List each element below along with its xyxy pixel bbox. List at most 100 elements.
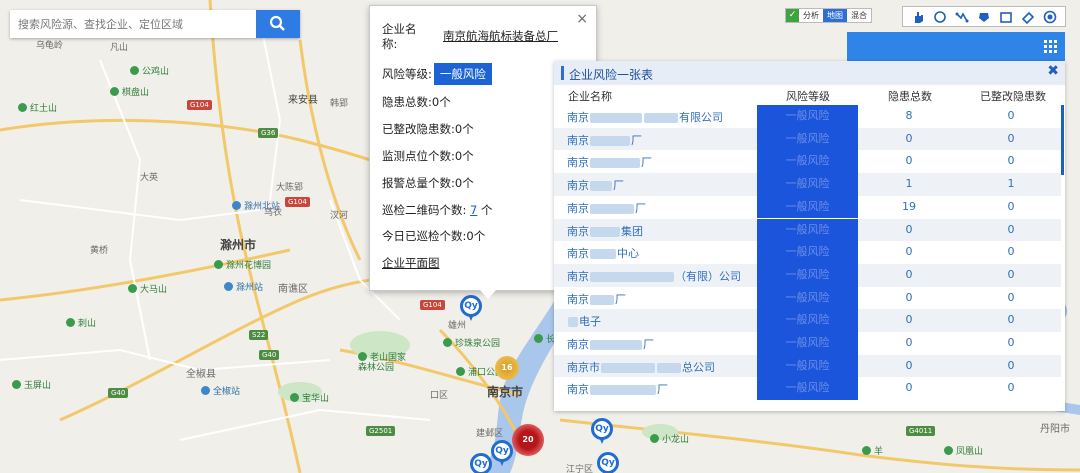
table-row[interactable]: 南京 厂 一般风险 0 0 [554, 286, 1061, 310]
enterprise-name-cell[interactable]: 南京 厂 [567, 336, 654, 352]
map-layer-button[interactable]: 地图 [823, 9, 847, 22]
highway-shield: G104 [285, 197, 310, 207]
table-row[interactable]: 南京 有限公司 一般风险 8 0 [554, 105, 1061, 128]
place-label: 韩郢 [330, 99, 349, 109]
table-row[interactable]: 南京 厂 一般风险 19 0 [554, 195, 1061, 219]
place-label: 大陈郢 [276, 183, 304, 193]
risk-level-cell: 一般风险 [757, 309, 858, 332]
place-label: 黄桥 [90, 246, 109, 256]
table-row[interactable]: 南京 厂 一般风险 0 0 [554, 332, 1061, 355]
polyline-icon[interactable] [955, 10, 969, 24]
place-label: 刺山 [66, 316, 96, 329]
panel-title: 企业风险一张表 [569, 68, 654, 82]
hand-icon[interactable] [911, 10, 925, 24]
place-label: 南京市 [487, 385, 524, 399]
today-label: 今日已巡检个数: [382, 229, 467, 243]
enterprise-name-prefix: 南京 [567, 201, 589, 215]
redacted-text [590, 158, 640, 169]
rectified-count-cell: 0 [1007, 154, 1015, 168]
table-header: 企业名称 风险等级 隐患总数 已整改隐患数 [554, 85, 1065, 105]
hybrid-layer-button[interactable]: 混合 [847, 9, 871, 22]
locate-icon[interactable] [1043, 10, 1057, 24]
analysis-checkbox[interactable]: ✓ [786, 9, 799, 22]
enterprise-name-cell[interactable]: 南京 有限公司 [567, 109, 723, 125]
highway-shield: G2501 [366, 426, 396, 436]
place-label: 棋盘山 [110, 85, 149, 98]
search-button[interactable] [256, 10, 300, 38]
hazard-count-cell: 0 [905, 313, 913, 327]
enterprise-name-cell[interactable]: 南京 厂 [567, 154, 652, 170]
hazard-count-cell: 0 [905, 267, 913, 281]
enterprise-name-cell[interactable]: 电子 [567, 313, 601, 329]
place-label: 羊 [862, 444, 883, 457]
enterprise-pin[interactable]: Qy [597, 452, 619, 473]
enterprise-name-suffix: 厂 [615, 292, 626, 306]
redacted-text [590, 385, 656, 396]
enterprise-name-cell[interactable]: 南京 中心 [567, 245, 639, 261]
redacted-text [590, 249, 616, 260]
table-row[interactable]: 南京 （有限）公司 一般风险 0 0 [554, 263, 1061, 287]
circle-icon[interactable] [933, 10, 947, 24]
enterprise-pin[interactable]: Qy [491, 440, 513, 466]
enterprise-pin[interactable]: Qy [591, 418, 613, 444]
rectified-count-cell: 0 [1007, 267, 1015, 281]
polygon-icon[interactable] [977, 10, 991, 24]
panel-close-button[interactable]: ✖ [1047, 63, 1059, 79]
enterprise-name-cell[interactable]: 南京 （有限）公司 [567, 268, 741, 284]
place-label: 全椒站 [201, 384, 240, 397]
place-label: 丹阳市 [1040, 424, 1070, 435]
place-label: 乌衣 [264, 208, 283, 218]
place-label: 全椒县 [186, 369, 216, 380]
floorplan-link[interactable]: 企业平面图 [382, 255, 440, 271]
enterprise-name-prefix: 南京 [567, 247, 589, 261]
risk-level-cell: 一般风险 [757, 195, 858, 219]
eraser-icon[interactable] [1021, 10, 1035, 24]
risk-level-cell: 一般风险 [757, 377, 858, 401]
table-row[interactable]: 南京市 总公司 一般风险 0 0 [554, 354, 1061, 378]
rectified-row: 已整改隐患数:0个 [382, 121, 474, 137]
enterprise-name-cell[interactable]: 南京 厂 [567, 200, 646, 216]
table-row[interactable]: 南京 厂 一般风险 0 0 [554, 127, 1061, 151]
cluster-marker[interactable]: 16 [495, 356, 519, 380]
enterprise-name-link[interactable]: 南京航海航标装备总厂 [443, 28, 558, 44]
table-row[interactable]: 南京 厂 一般风险 0 0 [554, 150, 1061, 174]
enterprise-pin[interactable]: Qy [470, 453, 492, 473]
place-label: 凤凰山 [944, 444, 983, 457]
grid-menu-icon[interactable] [1044, 40, 1057, 53]
table-row[interactable]: 南京 厂 一般风险 0 0 [554, 377, 1061, 401]
rectified-count-cell: 0 [1007, 381, 1015, 395]
enterprise-name-prefix: 南京 [567, 111, 589, 124]
rectified-label: 已整改隐患数: [382, 122, 455, 136]
enterprise-name-cell[interactable]: 南京市 总公司 [567, 359, 715, 375]
risk-level-tag: 一般风险 [433, 63, 492, 85]
rectangle-icon[interactable] [999, 10, 1013, 24]
search-input[interactable] [10, 10, 256, 38]
hazard-count-cell: 1 [905, 177, 913, 191]
redacted-text [590, 181, 612, 192]
rectified-value: 0个 [454, 122, 474, 136]
table-row[interactable]: 南京 集团 一般风险 0 0 [554, 218, 1061, 242]
search-box [10, 10, 300, 38]
table-row[interactable]: 南京 厂 一般风险 1 1 [554, 173, 1061, 196]
place-label: 来安县 [288, 95, 318, 106]
enterprise-name-cell[interactable]: 南京 厂 [567, 291, 626, 307]
cluster-marker[interactable]: 20 [512, 424, 544, 456]
redacted-text [590, 340, 642, 350]
enterprise-name-cell[interactable]: 南京 厂 [567, 381, 668, 397]
popup-close-button[interactable]: × [576, 11, 588, 27]
enterprise-name-suffix: 厂 [657, 383, 668, 397]
risk-level-cell: 一般风险 [757, 332, 858, 355]
analysis-toggle[interactable]: 分析 [799, 9, 823, 22]
redacted-text [644, 113, 678, 123]
qr-label: 巡检二维码个数: [382, 203, 467, 217]
table-scrollbar[interactable] [1061, 105, 1064, 175]
enterprise-pin[interactable]: Qy [460, 295, 482, 321]
qr-count-link[interactable]: 7 [470, 203, 477, 217]
enterprise-name-cell[interactable]: 南京 集团 [567, 223, 643, 239]
enterprise-name-cell[interactable]: 南京 厂 [567, 132, 642, 148]
table-row[interactable]: 南京 中心 一般风险 0 0 [554, 241, 1061, 264]
hazard-count-cell: 19 [902, 199, 916, 213]
table-row[interactable]: 电子 一般风险 0 0 [554, 309, 1061, 332]
place-label: 大马山 [128, 282, 167, 295]
enterprise-name-cell[interactable]: 南京 厂 [567, 177, 624, 193]
